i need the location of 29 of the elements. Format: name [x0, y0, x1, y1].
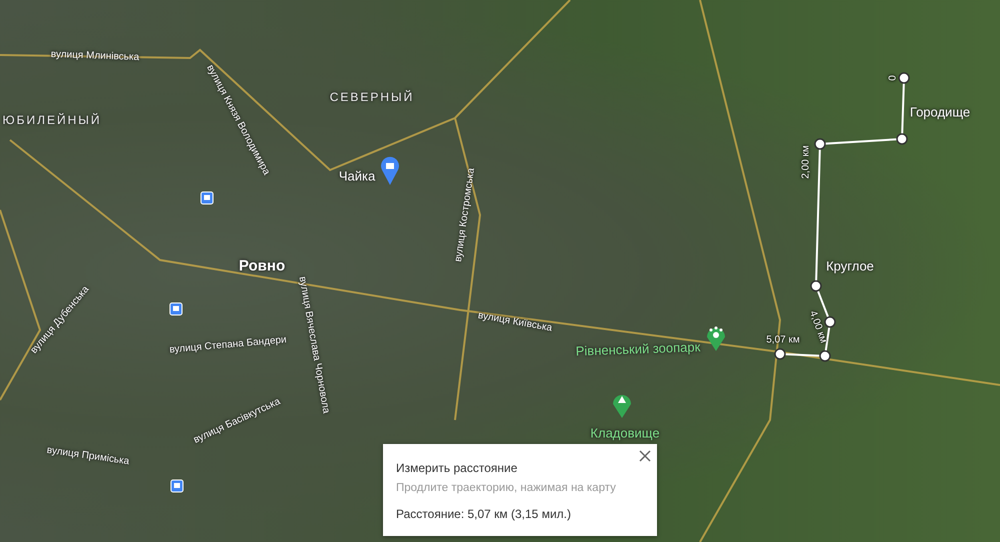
shop-pin-icon[interactable] — [381, 156, 399, 185]
place-label[interactable]: Городище — [910, 104, 970, 120]
paw-pin-icon[interactable] — [707, 326, 725, 351]
street-label: вулиця Костромська — [452, 167, 478, 263]
train-station-icon[interactable] — [170, 480, 184, 492]
place-label[interactable]: Круглое — [826, 258, 874, 274]
street-label: вулиця Приміська — [46, 444, 130, 468]
card-hint: Продлите траекторию, нажимая на карту — [396, 482, 617, 494]
distance-label: 4,00 км — [807, 309, 829, 345]
tree-pin-icon[interactable] — [613, 395, 631, 418]
district-label[interactable]: ЮБИЛЕЙНЫЙ — [2, 113, 102, 127]
district-label[interactable]: СЕВЕРНЫЙ — [330, 90, 414, 104]
place-label[interactable]: Чайка — [338, 168, 376, 184]
street-label: вулиця Степана Бандери — [169, 334, 287, 356]
street-label: вулиця Київська — [477, 310, 553, 334]
distance-label: 2,00 км — [800, 145, 812, 179]
train-station-icon[interactable] — [200, 192, 214, 204]
street-label: вулиця Вячеслава Чорновола — [296, 276, 332, 414]
train-station-icon[interactable] — [170, 302, 182, 316]
city-label[interactable]: Ровно — [238, 258, 286, 274]
distance-label: 0 — [888, 75, 898, 81]
satellite-map[interactable] — [0, 0, 1000, 542]
close-icon[interactable] — [639, 450, 651, 462]
poi-label[interactable]: Кладовище — [590, 426, 660, 440]
card-title: Измерить расстояние — [396, 461, 518, 475]
distance-label: 5,07 км — [766, 334, 800, 346]
poi-label[interactable]: Рівненський зоопарк — [575, 339, 701, 359]
street-label: вулиця Млинівська — [50, 48, 140, 64]
distance-text: Расстояние: 5,07 км (3,15 мил.) — [396, 507, 572, 521]
